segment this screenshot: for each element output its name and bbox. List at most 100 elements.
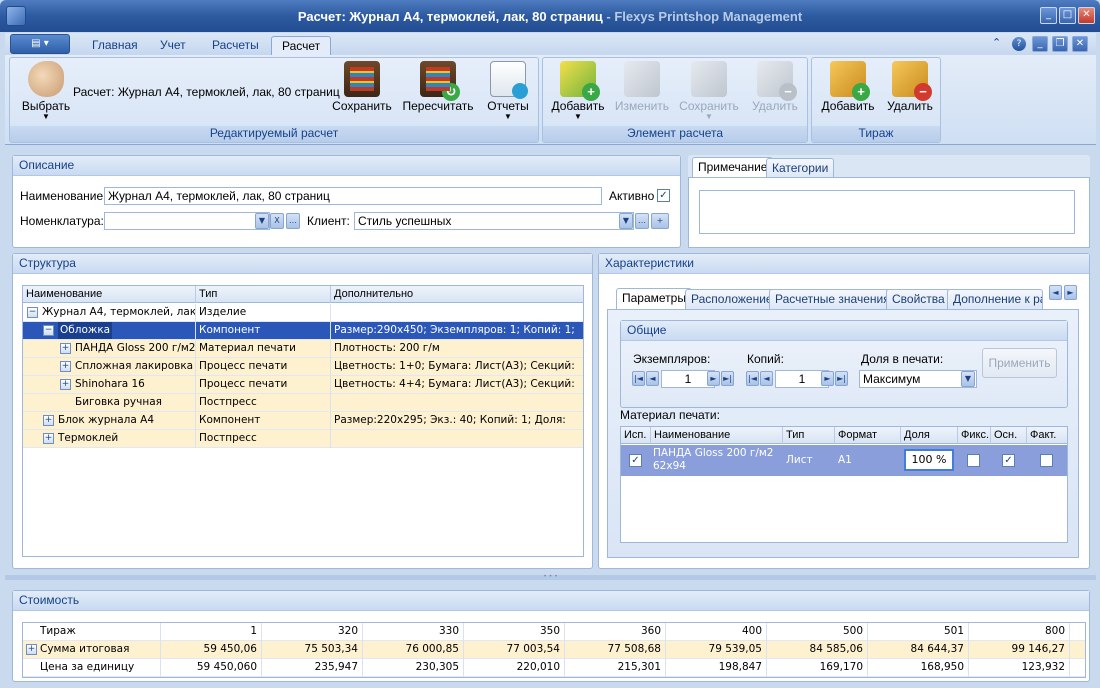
box-add-icon: + xyxy=(830,61,870,101)
col-type[interactable]: Тип xyxy=(783,427,835,444)
col-type[interactable]: Тип xyxy=(196,286,331,303)
share-input[interactable]: 100 % xyxy=(904,449,954,471)
next-icon[interactable]: ► xyxy=(707,371,720,386)
tree-row[interactable]: + Shinohara 16 Процесс печати Цветность: 4+… xyxy=(23,376,583,394)
tab-properties[interactable]: Свойства xyxy=(886,289,951,310)
chevron-down-icon[interactable]: ▼ xyxy=(255,213,269,229)
element-delete-button[interactable]: − Удалить xyxy=(739,60,811,124)
cost-row[interactable]: Тираж 1 320 330 350 360 400 500 501 800 xyxy=(23,623,1085,641)
share-select[interactable]: Максимум xyxy=(859,370,977,388)
element-edit-button[interactable]: Изменить xyxy=(606,60,678,124)
element-save-button[interactable]: Сохранить ▼ xyxy=(673,60,745,124)
fixed-checkbox[interactable] xyxy=(967,454,980,467)
app-icon[interactable] xyxy=(6,6,26,26)
expand-icon[interactable]: + xyxy=(60,343,71,354)
tree-row-name: ПАНДА Gloss 200 г/м2 62 xyxy=(75,342,196,354)
tree-row[interactable]: − Обложка Компонент Размер:290x450; Экземпл… xyxy=(23,322,583,340)
minimize-icon[interactable]: _ xyxy=(1040,7,1057,24)
tree-row[interactable]: + Термоклей Постпресс xyxy=(23,430,583,448)
cost-cell: 400 xyxy=(666,623,767,641)
nomenclature-field[interactable] xyxy=(104,212,270,230)
tabs-scroll-left-icon[interactable]: ◄ xyxy=(1049,285,1062,300)
expand-icon[interactable]: + xyxy=(43,415,54,426)
cost-grid: Тираж 1 320 330 350 360 400 500 501 800 Сумма итог… xyxy=(22,622,1086,678)
circulation-delete-button[interactable]: − Удалить xyxy=(874,60,946,124)
cost-cell: 215,301 xyxy=(565,659,666,677)
tabs-scroll-right-icon[interactable]: ► xyxy=(1064,285,1077,300)
expand-icon[interactable]: + xyxy=(43,433,54,444)
help-icon[interactable]: ? xyxy=(1012,37,1026,51)
tree-row[interactable]: + Блок журнала А4 Компонент Размер:220x295;… xyxy=(23,412,583,430)
col-name[interactable]: Наименование xyxy=(651,427,783,444)
tab-layout[interactable]: Расположение xyxy=(685,289,779,310)
col-name[interactable]: Наименование xyxy=(23,286,196,303)
next-icon[interactable]: ► xyxy=(821,371,834,386)
col-main[interactable]: Осн. xyxy=(991,427,1027,444)
expand-icon[interactable]: + xyxy=(60,379,71,390)
cost-row[interactable]: Цена за единицу 59 450,060 235,947 230,305 2… xyxy=(23,659,1085,677)
app-menu-button[interactable]: ▤ ▾ xyxy=(10,34,70,54)
tab-parameters[interactable]: Параметры xyxy=(616,288,692,309)
tab-notes[interactable]: Примечание xyxy=(692,157,774,178)
more-icon[interactable]: … xyxy=(286,213,300,229)
recalculate-button[interactable]: ↻ Пересчитать xyxy=(402,60,474,124)
cost-row[interactable]: Сумма итоговая +59 450,06 75 503,34 76 000,… xyxy=(23,641,1085,659)
first-icon[interactable]: |◄ xyxy=(746,371,759,386)
select-button[interactable]: Выбрать ▼ xyxy=(10,60,82,124)
active-checkbox[interactable]: ✓ xyxy=(657,189,670,202)
used-checkbox[interactable]: ✓ xyxy=(629,454,642,467)
chevron-down-icon[interactable]: ▼ xyxy=(961,371,975,387)
chevron-down-icon[interactable]: ▼ xyxy=(619,213,633,229)
notes-textarea[interactable] xyxy=(699,190,1075,234)
element-add-button[interactable]: + Добавить ▼ xyxy=(542,60,614,124)
last-icon[interactable]: ►| xyxy=(835,371,848,386)
expand-icon[interactable]: + xyxy=(60,361,71,372)
col-fact[interactable]: Факт. xyxy=(1027,427,1067,444)
cost-cell: 76 000,85 xyxy=(363,641,464,659)
tab-calculations[interactable]: Расчеты xyxy=(202,36,269,55)
more-icon[interactable]: … xyxy=(635,213,649,229)
mdi-minimize-icon[interactable]: _ xyxy=(1032,36,1048,52)
reports-button[interactable]: Отчеты ▼ xyxy=(472,60,544,124)
add-client-icon[interactable]: + xyxy=(651,213,669,229)
col-extra[interactable]: Дополнительно xyxy=(331,286,583,303)
cost-cell: 230,305 xyxy=(363,659,464,677)
collapse-icon[interactable]: − xyxy=(43,325,54,336)
collapse-icon[interactable]: − xyxy=(27,307,38,318)
characteristics-panel: Характеристики ◄ ► Параметры Расположени… xyxy=(598,253,1090,569)
cost-cell: 59 450,06 xyxy=(161,641,262,659)
tree-row[interactable]: + ПАНДА Gloss 200 г/м2 62Материал печатиП… xyxy=(23,340,583,358)
tab-addition[interactable]: Дополнение к рас xyxy=(947,289,1043,310)
clear-icon[interactable]: X xyxy=(270,213,284,229)
close-icon[interactable]: ✕ xyxy=(1078,7,1095,24)
apply-button[interactable]: Применить xyxy=(982,348,1057,378)
cost-panel: Стоимость Тираж 1 320 330 350 360 400 500 501 800… xyxy=(12,590,1090,682)
tab-home[interactable]: Главная xyxy=(82,36,148,55)
client-field[interactable]: Стиль успешных xyxy=(354,212,634,230)
tree-row[interactable]: − Журнал А4, термоклей, лак Изделие xyxy=(23,304,583,322)
tab-calculation[interactable]: Расчет xyxy=(271,36,332,55)
mdi-restore-icon[interactable]: ❐ xyxy=(1052,36,1068,52)
col-fixed[interactable]: Фикс. xyxy=(958,427,991,444)
fact-checkbox[interactable] xyxy=(1040,454,1053,467)
tree-row[interactable]: + Спложная лакировка А Процесс печати Цветн… xyxy=(23,358,583,376)
maximize-icon[interactable]: □ xyxy=(1059,7,1076,24)
tree-row[interactable]: Биговка ручная Постпресс xyxy=(23,394,583,412)
col-format[interactable]: Формат xyxy=(835,427,901,444)
expand-icon[interactable]: + xyxy=(26,644,37,655)
tab-categories[interactable]: Категории xyxy=(766,158,835,179)
splitter[interactable]: • • • xyxy=(5,574,1096,580)
col-share[interactable]: Доля xyxy=(901,427,958,444)
tab-calculated-values[interactable]: Расчетные значения xyxy=(769,289,896,310)
main-checkbox[interactable]: ✓ xyxy=(1002,454,1015,467)
col-used[interactable]: Исп. xyxy=(621,427,651,444)
prev-icon[interactable]: ◄ xyxy=(646,371,659,386)
prev-icon[interactable]: ◄ xyxy=(760,371,773,386)
first-icon[interactable]: |◄ xyxy=(632,371,645,386)
name-field[interactable]: Журнал А4, термоклей, лак, 80 страниц xyxy=(104,187,602,205)
mdi-close-icon[interactable]: ✕ xyxy=(1072,36,1088,52)
collapse-ribbon-icon[interactable]: ⌃ xyxy=(992,36,1001,49)
last-icon[interactable]: ►| xyxy=(721,371,734,386)
material-row[interactable]: ✓ ПАНДА Gloss 200 г/м2 62x94 Лист А1 100… xyxy=(621,445,1067,476)
tab-accounting[interactable]: Учет xyxy=(150,36,196,55)
